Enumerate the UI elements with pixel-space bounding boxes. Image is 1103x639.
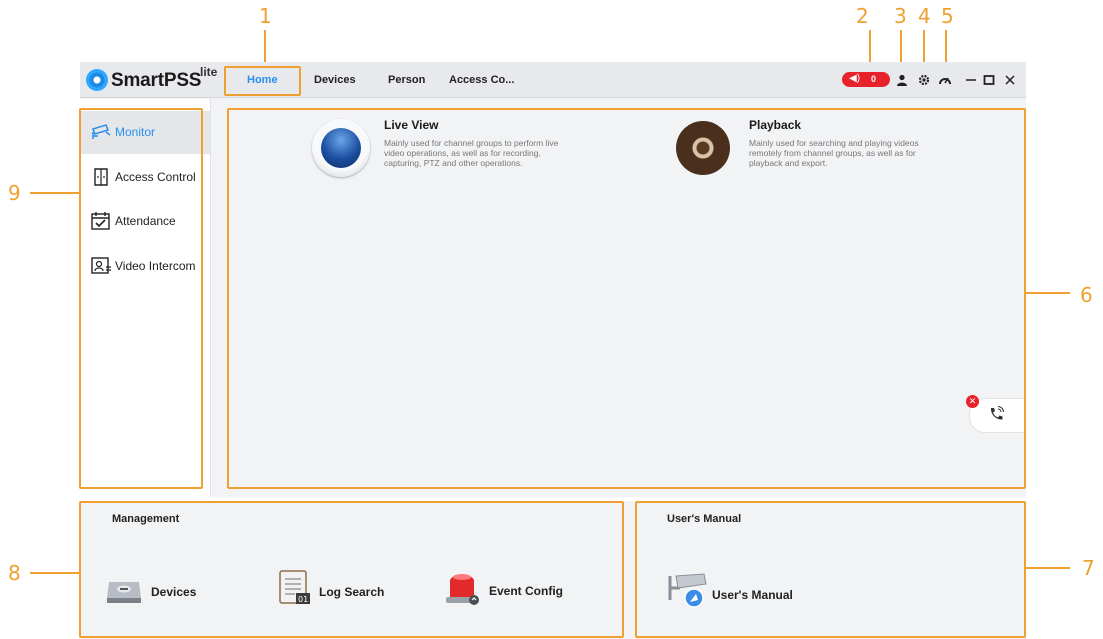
device-icon <box>104 572 144 611</box>
callout-line-9 <box>30 192 80 194</box>
maximize-icon[interactable] <box>982 73 996 87</box>
management-devices-label: Devices <box>151 585 197 599</box>
callout-line-8 <box>30 572 80 574</box>
callout-1: 1 <box>259 4 272 28</box>
title-bar: SmartPSS lite Home Devices Person Access… <box>80 62 1026 98</box>
sidebar-item-label: Video Intercom <box>115 259 196 273</box>
sidebar: ‹ Monitor Access Control Attendance <box>80 99 211 497</box>
management-log-search-label: Log Search <box>319 585 385 599</box>
gauge-icon[interactable] <box>938 73 952 87</box>
intercom-icon <box>90 256 112 276</box>
film-reel-icon[interactable] <box>676 121 730 175</box>
sidebar-item-video-intercom[interactable]: Video Intercom <box>80 245 210 288</box>
sidebar-item-label: Access Control <box>115 170 196 184</box>
callout-line-7 <box>1026 567 1070 569</box>
callout-7: 7 <box>1082 556 1095 580</box>
management-devices-button[interactable]: Devices <box>104 572 234 612</box>
call-dismiss-icon[interactable]: ✕ <box>966 395 979 408</box>
door-icon <box>90 167 112 187</box>
tab-devices[interactable]: Devices <box>314 74 356 86</box>
svg-text:01: 01 <box>298 595 308 604</box>
screenshot-stage: 1 2 3 4 5 6 7 8 9 SmartPSS lite Home Dev… <box>0 0 1103 639</box>
home-content-area: Live View Mainly used for channel groups… <box>229 110 1026 496</box>
app-edition: lite <box>200 65 218 79</box>
monitor-camera-icon <box>90 122 112 142</box>
alarm-light-icon <box>443 567 483 612</box>
tab-home[interactable]: Home <box>247 74 278 86</box>
sidebar-item-monitor[interactable]: Monitor <box>80 111 210 154</box>
phone-icon <box>987 405 1005 427</box>
callout-3: 3 <box>894 4 907 28</box>
calendar-check-icon <box>90 211 112 231</box>
callout-8: 8 <box>8 561 21 585</box>
manual-open-button[interactable]: User's Manual <box>668 570 828 610</box>
alarm-counter-button[interactable]: ◀) 0 <box>842 72 890 87</box>
app-window: SmartPSS lite Home Devices Person Access… <box>80 62 1026 639</box>
log-icon: 01 <box>277 568 313 611</box>
speaker-icon: ◀) <box>849 73 861 84</box>
manual-open-label: User's Manual <box>712 588 793 602</box>
playback-title[interactable]: Playback <box>749 118 801 132</box>
management-event-config-button[interactable]: Event Config <box>443 567 583 607</box>
callout-5: 5 <box>941 4 954 28</box>
sidebar-item-attendance[interactable]: Attendance <box>80 200 210 243</box>
app-name: SmartPSS <box>111 70 202 91</box>
sidebar-item-label: Attendance <box>115 214 176 228</box>
callout-2: 2 <box>856 4 869 28</box>
app-logo-icon <box>86 69 108 91</box>
playback-description: Mainly used for searching and playing vi… <box>749 138 919 168</box>
live-view-title[interactable]: Live View <box>384 118 438 132</box>
callout-9: 9 <box>8 181 21 205</box>
close-icon[interactable] <box>1003 73 1017 87</box>
live-view-icon[interactable] <box>312 119 370 177</box>
panel-divider <box>80 497 1026 501</box>
sidebar-item-label: Monitor <box>115 125 156 139</box>
user-icon[interactable] <box>895 73 909 87</box>
manual-panel-title: User's Manual <box>667 513 742 525</box>
callout-4: 4 <box>918 4 931 28</box>
tab-person[interactable]: Person <box>388 74 425 86</box>
minimize-icon[interactable] <box>964 73 978 87</box>
live-view-description: Mainly used for channel groups to perfor… <box>384 138 559 168</box>
callout-line-6 <box>1026 292 1070 294</box>
manual-camera-icon <box>668 570 712 615</box>
management-title: Management <box>112 513 180 525</box>
management-event-config-label: Event Config <box>489 584 563 598</box>
callout-6: 6 <box>1080 283 1093 307</box>
alarm-count: 0 <box>871 74 877 84</box>
management-log-search-button[interactable]: 01 Log Search <box>277 568 407 608</box>
tab-access-control[interactable]: Access Co... <box>449 74 514 86</box>
gear-icon[interactable] <box>917 73 931 87</box>
sidebar-item-access-control[interactable]: Access Control <box>80 156 210 199</box>
